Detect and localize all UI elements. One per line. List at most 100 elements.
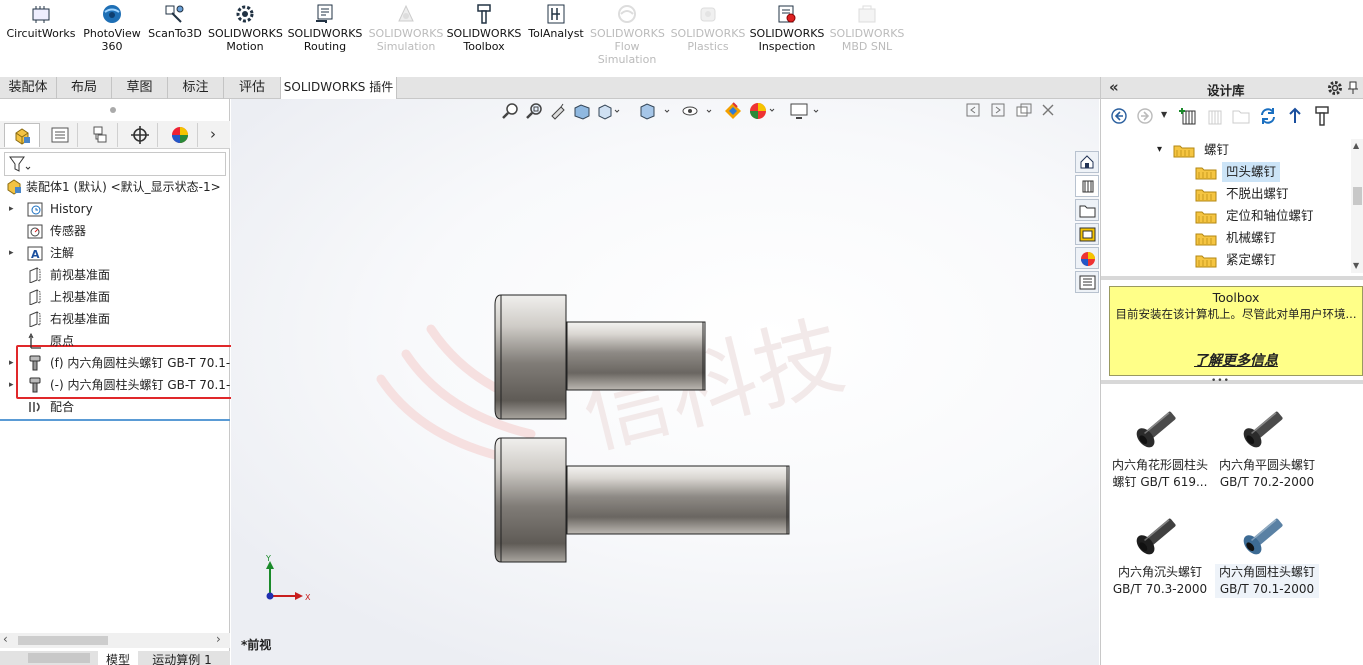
refresh-icon[interactable] <box>1259 107 1277 125</box>
tile-window-icon[interactable] <box>991 103 1005 117</box>
propertymanager-tab[interactable] <box>42 123 78 147</box>
tab-model[interactable]: 模型 <box>98 651 138 665</box>
screw-1[interactable] <box>494 294 706 420</box>
up-one-level-icon[interactable] <box>1287 107 1303 125</box>
expand-arrow-icon[interactable]: ▸ <box>9 242 14 264</box>
screw-2[interactable] <box>494 437 790 563</box>
history-dropdown-arrow[interactable]: ▼ <box>1161 110 1167 119</box>
maximize-window-icon[interactable] <box>1016 103 1032 117</box>
ribbon-button-photoview[interactable]: PhotoView 360 <box>79 0 145 53</box>
library-folder[interactable]: 凹头螺钉 <box>1101 161 1351 183</box>
ribbon-button-plastics[interactable]: SOLIDWORKS Plastics <box>670 0 746 53</box>
command-tab-3[interactable]: 标注 <box>168 77 224 99</box>
view-orientation-icon[interactable] <box>597 102 621 120</box>
hide-show-items-icon[interactable] <box>681 102 715 120</box>
tree-rollback-bar[interactable] <box>0 419 230 421</box>
tree-item[interactable]: 前视基准面 <box>0 264 230 286</box>
graphics-area[interactable]: 信科技 Y X *前视 <box>231 99 1099 665</box>
tree-item[interactable]: ▸ (f) 内六角圆柱头螺钉 GB-T 70.1- <box>0 352 230 374</box>
ribbon-button-toolbox[interactable]: SOLIDWORKS Toolbox <box>446 0 522 53</box>
tree-item[interactable]: ▸ History <box>0 198 230 220</box>
panel-grip[interactable] <box>110 107 116 113</box>
tree-item-label: 前视基准面 <box>50 268 111 282</box>
command-tab-0[interactable]: 装配体 <box>0 77 57 99</box>
tabs-more-arrow[interactable]: › <box>210 125 216 143</box>
pane-splitter[interactable] <box>1101 276 1363 280</box>
folder-expand-icon[interactable]: ▾ <box>1157 139 1162 161</box>
library-part[interactable]: 内六角沉头螺钉 GB/T 70.3-2000 <box>1108 502 1212 598</box>
scroll-thumb[interactable] <box>18 636 108 645</box>
library-part[interactable]: 内六角圆柱头螺钉 GB/T 70.1-2000 <box>1215 502 1319 598</box>
ribbon-button-tolanalyst[interactable]: TolAnalyst <box>526 0 586 40</box>
learn-more-link[interactable]: 了解更多信息 <box>1110 350 1362 370</box>
ribbon-button-simulation[interactable]: SOLIDWORKS Simulation <box>368 0 444 53</box>
command-tab-5[interactable]: SOLIDWORKS 插件 <box>281 77 397 100</box>
back-icon[interactable] <box>1111 108 1127 124</box>
ribbon-button-routing[interactable]: SOLIDWORKS Routing <box>287 0 363 53</box>
expand-arrow-icon[interactable]: ▸ <box>9 352 14 374</box>
library-folder[interactable]: 定位和轴位螺钉 <box>1101 205 1351 227</box>
options-gear-icon[interactable] <box>1327 80 1343 96</box>
close-window-icon[interactable] <box>1041 103 1055 117</box>
featuremanager-tab[interactable] <box>4 123 40 147</box>
task-pane-home-tab[interactable] <box>1075 151 1099 173</box>
model-screws-front-view[interactable] <box>481 279 811 579</box>
tree-item[interactable]: 传感器 <box>0 220 230 242</box>
task-pane-file-explorer-tab[interactable] <box>1075 199 1099 221</box>
task-pane-appearances-tab[interactable] <box>1075 247 1099 269</box>
tree-item[interactable]: ▸ A 注解 <box>0 242 230 264</box>
command-tab-4[interactable]: 评估 <box>224 77 281 99</box>
tab-motion-study[interactable]: 运动算例 1 <box>142 651 222 665</box>
ribbon-button-inspection[interactable]: SOLIDWORKS Inspection <box>748 0 826 53</box>
tree-item[interactable]: ▸ (-) 内六角圆柱头螺钉 GB-T 70.1- <box>0 374 230 396</box>
folder-tree-scrollbar[interactable]: ▲ ▼ <box>1351 139 1363 273</box>
tree-filter[interactable] <box>4 152 226 176</box>
toolbox-icon[interactable] <box>1313 106 1331 126</box>
section-view-icon[interactable] <box>573 102 591 120</box>
configurationmanager-tab[interactable] <box>82 123 118 147</box>
tab-nav-arrows[interactable] <box>28 653 90 663</box>
pin-icon[interactable] <box>1347 81 1359 95</box>
library-folder[interactable]: 不脱出螺钉 <box>1101 183 1351 205</box>
ribbon-button-scanto3d[interactable]: ScanTo3D <box>146 0 204 40</box>
tree-horizontal-scrollbar[interactable]: ‹ › <box>0 632 230 648</box>
library-part[interactable]: 内六角花形圆柱头螺钉 GB/T 619... <box>1108 395 1212 491</box>
tree-item[interactable]: 配合 <box>0 396 230 418</box>
apply-scene-icon[interactable] <box>748 101 778 121</box>
task-pane-custom-properties-tab[interactable] <box>1075 271 1099 293</box>
create-new-folder-icon[interactable] <box>1231 107 1251 125</box>
command-tab-2[interactable]: 草图 <box>112 77 168 99</box>
library-folder[interactable]: 机械螺钉 <box>1101 227 1351 249</box>
displaymanager-tab[interactable] <box>162 123 198 147</box>
tree-item[interactable]: 右视基准面 <box>0 308 230 330</box>
ribbon-button-circuitworks[interactable]: CircuitWorks <box>5 0 77 40</box>
library-folder[interactable]: 紧定螺钉 <box>1101 249 1351 271</box>
task-pane-design-library-tab[interactable] <box>1075 175 1099 197</box>
view-settings-icon[interactable] <box>790 102 824 120</box>
command-tab-1[interactable]: 布局 <box>57 77 112 99</box>
tree-item[interactable]: 上视基准面 <box>0 286 230 308</box>
collapse-pane-icon[interactable]: « <box>1109 78 1119 96</box>
restore-window-icon[interactable] <box>966 103 980 117</box>
dimxpert-tab[interactable] <box>122 123 158 147</box>
folder-icon <box>1195 211 1217 224</box>
display-style-icon[interactable] <box>639 102 673 120</box>
pane-splitter-2[interactable]: ••• <box>1101 376 1363 386</box>
library-part[interactable]: 内六角平圆头螺钉 GB/T 70.2-2000 <box>1215 395 1319 491</box>
edit-appearance-icon[interactable] <box>723 101 745 121</box>
expand-arrow-icon[interactable]: ▸ <box>9 198 14 220</box>
folder-scroll-thumb[interactable] <box>1353 187 1362 205</box>
ribbon-button-motion[interactable]: SOLIDWORKS Motion <box>208 0 283 53</box>
zoom-to-area-icon[interactable] <box>525 102 543 120</box>
add-to-library-icon[interactable] <box>1179 106 1199 126</box>
zoom-to-fit-icon[interactable] <box>501 102 519 120</box>
previous-view-icon[interactable] <box>549 102 567 120</box>
expand-arrow-icon[interactable]: ▸ <box>9 374 14 396</box>
ribbon-button-mbd-snl[interactable]: SOLIDWORKS MBD SNL <box>828 0 906 53</box>
ribbon-button-flow-simulation[interactable]: SOLIDWORKS Flow Simulation <box>590 0 665 66</box>
task-pane-view-palette-tab[interactable] <box>1075 223 1099 245</box>
forward-icon[interactable] <box>1137 108 1153 124</box>
add-file-location-icon[interactable] <box>1205 106 1225 126</box>
tree-item[interactable]: 原点 <box>0 330 230 352</box>
library-folder[interactable]: ▾ 螺钉 <box>1101 139 1351 161</box>
